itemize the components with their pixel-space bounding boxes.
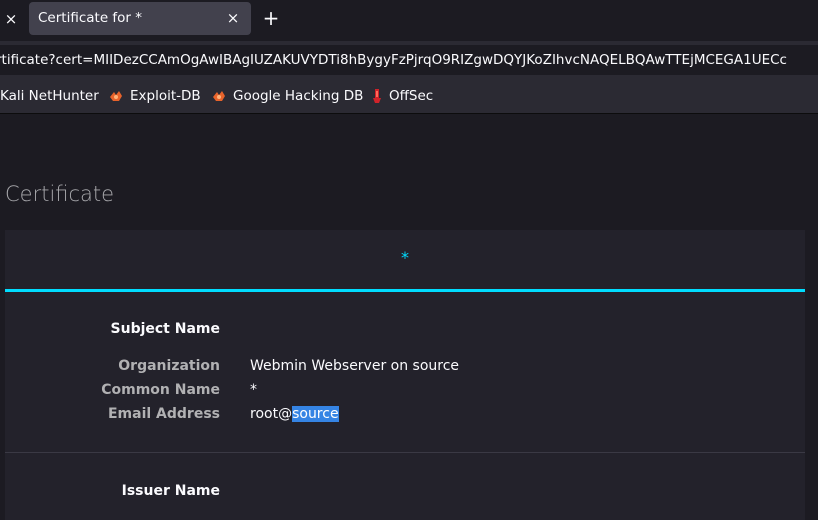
tab-title: Certificate for *: [38, 10, 143, 26]
bookmark-label: Google Hacking DB: [233, 88, 364, 104]
certificate-card: * Subject Name Organization Webmin Webse…: [5, 230, 805, 520]
selected-text: source: [292, 406, 339, 422]
certificate-common-name: *: [401, 248, 409, 267]
tab-certificate[interactable]: Certificate for * ×: [29, 2, 251, 35]
tab-bar: × Certificate for * × +: [0, 0, 818, 37]
navigation-bar: rtificate?cert=MIIDezCCAmOgAwIBAgIUZAKUV…: [0, 41, 818, 79]
subject-name-heading: Subject Name: [110, 321, 220, 337]
bookmark-exploit-db[interactable]: Exploit-DB: [108, 79, 201, 113]
bookmarks-toolbar: Kali NetHunter Exploit-DB Google Hacking…: [0, 79, 818, 114]
close-icon[interactable]: ×: [223, 8, 243, 28]
email-address-value: root@source: [250, 406, 339, 422]
page-content: Certificate * Subject Name Organization …: [0, 114, 818, 520]
common-name-value: *: [250, 382, 257, 398]
exploit-db-icon: [110, 91, 122, 101]
bookmark-kali-nethunter[interactable]: Kali NetHunter: [0, 79, 99, 113]
bookmark-label: Kali NetHunter: [0, 88, 99, 104]
organization-value: Webmin Webserver on source: [250, 358, 460, 374]
offsec-icon: [373, 89, 381, 103]
new-tab-button[interactable]: +: [259, 6, 283, 30]
page-title: Certificate: [5, 182, 115, 206]
exploit-db-icon: [213, 91, 225, 101]
email-prefix: root@: [250, 406, 293, 422]
email-address-label: Email Address: [107, 406, 220, 422]
issuer-name-heading: Issuer Name: [121, 483, 220, 499]
bookmark-offsec[interactable]: OffSec: [369, 79, 433, 113]
common-name-label: Common Name: [101, 382, 220, 398]
bookmark-google-hacking-db[interactable]: Google Hacking DB: [211, 79, 363, 113]
section-divider: [5, 452, 805, 453]
close-icon[interactable]: ×: [0, 0, 22, 37]
bookmark-label: Exploit-DB: [130, 88, 201, 104]
bookmark-label: OffSec: [389, 88, 434, 104]
organization-label: Organization: [118, 358, 220, 374]
url-input[interactable]: rtificate?cert=MIIDezCCAmOgAwIBAgIUZAKUV…: [0, 45, 818, 75]
certificate-header: *: [5, 230, 805, 292]
